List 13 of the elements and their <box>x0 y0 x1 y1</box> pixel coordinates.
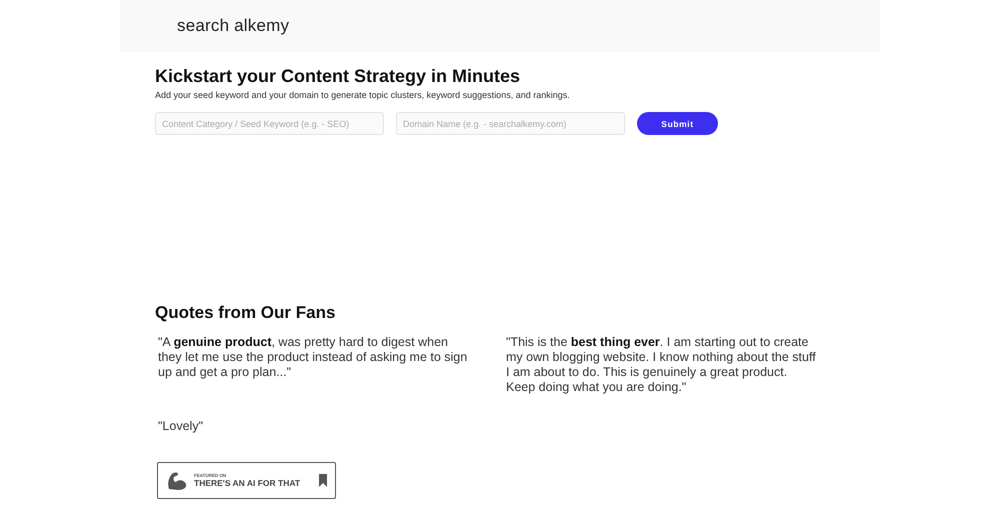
logo[interactable]: search alkemy <box>177 16 290 36</box>
hero-title: Kickstart your Content Strategy in Minutes <box>155 66 522 87</box>
keyword-field[interactable]: Content Category / Seed Keyword (e.g. - SEO) <box>155 112 384 135</box>
section-title: Quotes from Our Fans <box>155 303 336 323</box>
quote-text: "This is the best thing ever. I am starting out to create my own blogging website. I know nothing about the stuff I am about to do. This is genuinely a great product. Keep doing what you are doing." <box>506 335 816 395</box>
domain-field[interactable]: Domain Name (e.g. - searchalkemy.com) <box>396 112 625 135</box>
hero-subtitle: Add your seed keyword and your domain to generate topic clusters, keyword suggestions, and rankings. <box>155 90 571 100</box>
quote-text: "Lovely" <box>158 419 204 434</box>
bookmark-icon <box>319 474 327 487</box>
submit-button[interactable]: Submit <box>637 112 718 135</box>
flexed-arm-icon <box>166 470 188 490</box>
badge-title: THERE'S AN AI FOR THAT <box>194 478 302 488</box>
quote-text: "A genuine product, was pretty hard to digest when they let me use the product instead of asking me to sign up and get a pro plan..." <box>158 335 468 381</box>
